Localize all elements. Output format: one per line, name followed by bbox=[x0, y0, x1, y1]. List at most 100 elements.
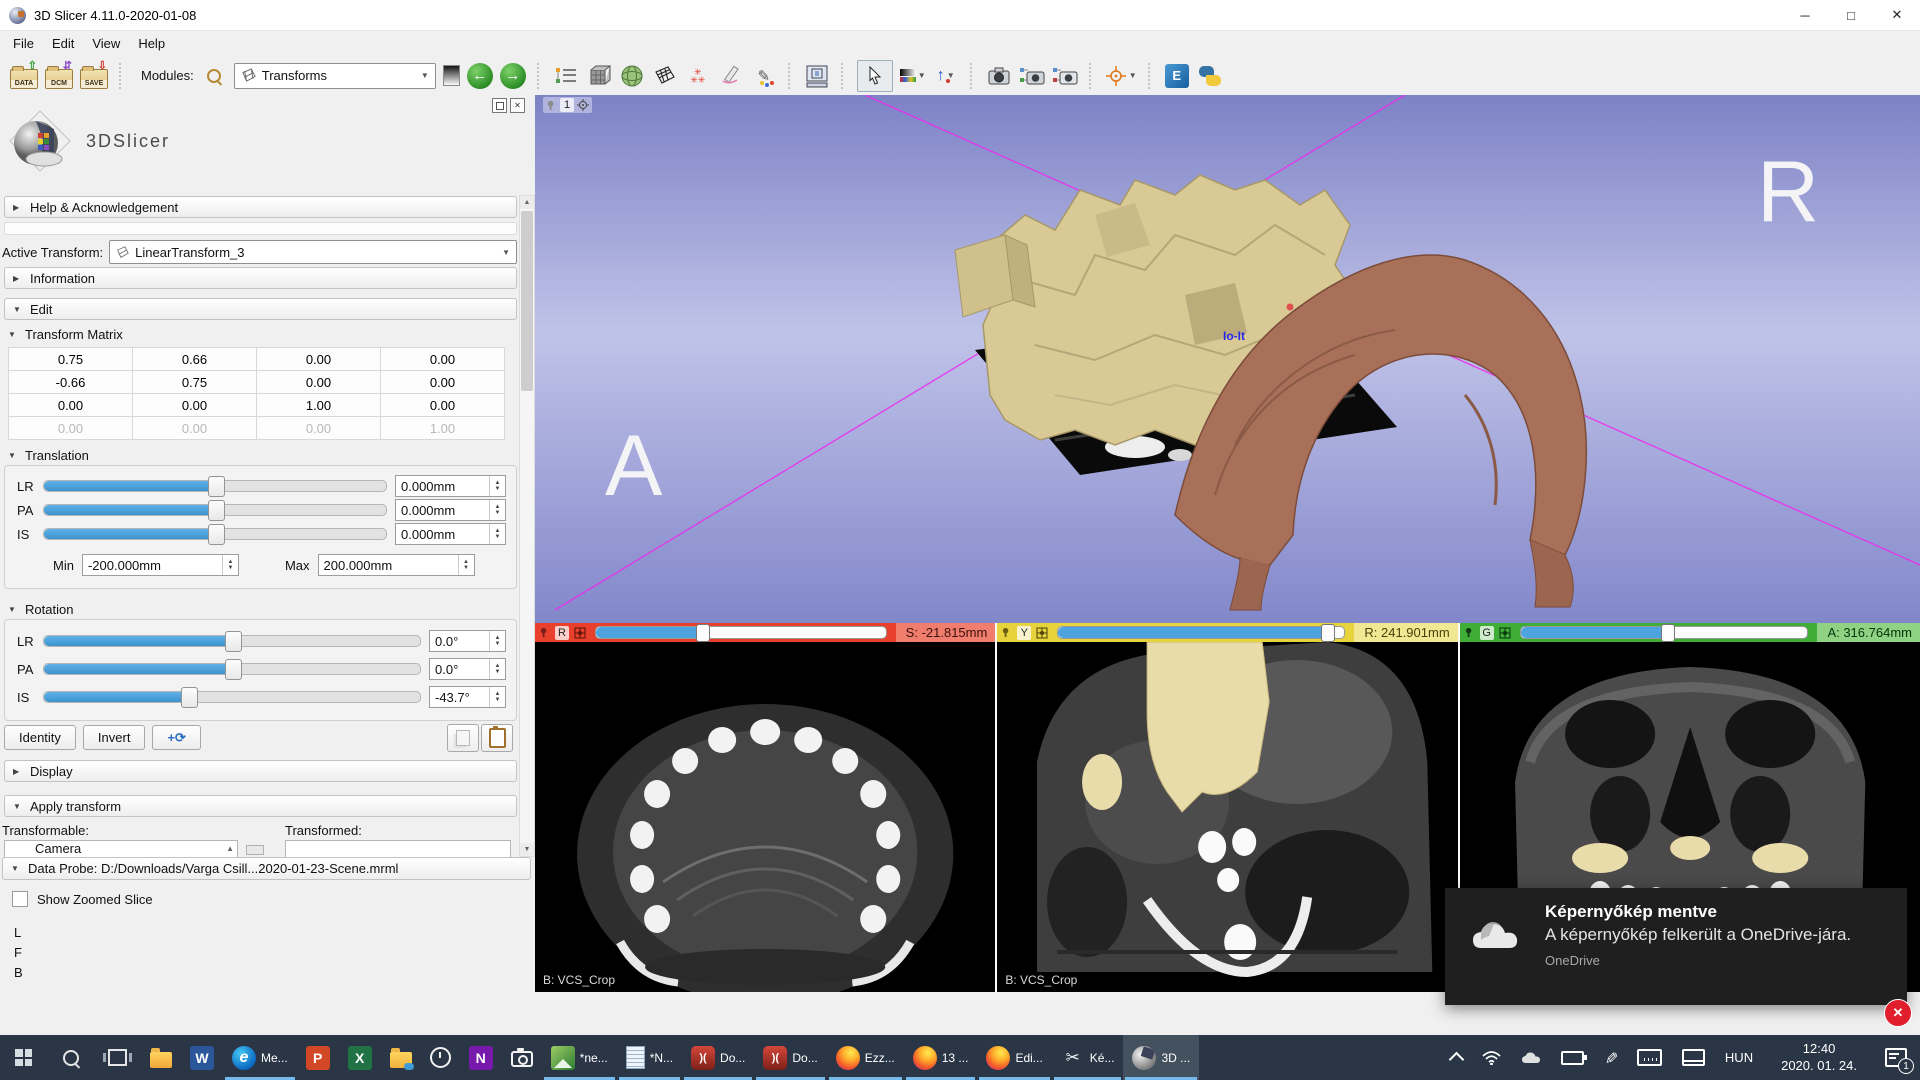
show-module-panel-button[interactable] bbox=[553, 62, 579, 90]
identity-button[interactable]: Identity bbox=[4, 725, 76, 750]
undock-panel-button[interactable] bbox=[492, 98, 507, 113]
yellow-slice-view[interactable]: Y R: 241.901mm bbox=[997, 623, 1457, 992]
rotation-lr-value[interactable]: 0.0°▲▼ bbox=[429, 630, 506, 652]
invert-button[interactable]: Invert bbox=[83, 725, 146, 750]
tray-chevron-button[interactable] bbox=[1442, 1035, 1471, 1080]
load-data-button[interactable]: ⇧ DATA bbox=[10, 62, 38, 90]
view-tab-label[interactable]: 1 bbox=[560, 98, 574, 112]
matrix-cell[interactable]: 0.00 bbox=[257, 371, 381, 394]
module-selector-combobox[interactable]: Transforms ▼ bbox=[234, 63, 436, 89]
slider-handle[interactable] bbox=[1321, 624, 1335, 642]
spinner[interactable]: ▲▼ bbox=[489, 659, 505, 679]
translation-lr-slider[interactable] bbox=[43, 480, 387, 492]
surface-model-button[interactable] bbox=[619, 62, 645, 90]
volume-cube-button[interactable] bbox=[586, 62, 612, 90]
slider-handle[interactable] bbox=[225, 659, 242, 680]
wifi-tray-icon[interactable] bbox=[1473, 1035, 1510, 1080]
rotation-lr-slider[interactable] bbox=[43, 635, 421, 647]
rotation-is-value[interactable]: -43.7°▲▼ bbox=[429, 686, 506, 708]
translation-is-value[interactable]: 0.000mm▲▼ bbox=[395, 523, 506, 545]
close-panel-button[interactable]: ✕ bbox=[510, 98, 525, 113]
matrix-cell[interactable]: 0.00 bbox=[381, 348, 505, 371]
taskbar-app-word[interactable]: W bbox=[181, 1035, 223, 1080]
taskbar-app-explorer[interactable] bbox=[141, 1035, 181, 1080]
green-slice-slider[interactable] bbox=[1520, 626, 1809, 639]
restore-scene-view-button[interactable] bbox=[1052, 62, 1078, 90]
taskbar-search-button[interactable] bbox=[47, 1035, 94, 1080]
spinner[interactable]: ▲▼ bbox=[489, 524, 505, 544]
extensions-manager-button[interactable]: E bbox=[1164, 62, 1190, 90]
taskbar-app-slicer[interactable]: 3D ... bbox=[1123, 1035, 1199, 1080]
menu-edit[interactable]: Edit bbox=[43, 32, 83, 55]
pin-icon[interactable] bbox=[546, 100, 557, 111]
scroll-up-icon[interactable]: ▲ bbox=[520, 196, 534, 209]
maximize-button[interactable]: □ bbox=[1828, 0, 1874, 30]
taskbar-app-firefox[interactable]: 13 ... bbox=[904, 1035, 978, 1080]
slider-handle[interactable] bbox=[225, 631, 242, 652]
rotation-pa-slider[interactable] bbox=[43, 663, 421, 675]
chevron-down-icon[interactable]: ▼ bbox=[918, 71, 926, 80]
section-edit[interactable]: ▼ Edit bbox=[4, 298, 517, 320]
split-transform-button[interactable]: +⟳ bbox=[152, 725, 200, 750]
chevron-down-icon[interactable]: ▼ bbox=[1129, 71, 1137, 80]
panel-scrollbar[interactable]: ▲ ▼ bbox=[519, 195, 535, 857]
scene-view-button[interactable] bbox=[1019, 62, 1045, 90]
taskbar-app-firefox[interactable]: Edi... bbox=[977, 1035, 1051, 1080]
touch-keyboard-button[interactable] bbox=[1628, 1035, 1671, 1080]
matrix-cell[interactable]: 0.00 bbox=[381, 371, 505, 394]
place-fiducial-button[interactable]: ↑ ▼ bbox=[933, 62, 959, 90]
show-zoomed-slice-checkbox[interactable] bbox=[12, 891, 28, 907]
section-rotation[interactable]: ▼ Rotation bbox=[8, 601, 73, 617]
min-value[interactable]: -200.000mm▲▼ bbox=[82, 554, 239, 576]
onedrive-tray-icon[interactable] bbox=[1512, 1035, 1550, 1080]
python-console-button[interactable] bbox=[1197, 62, 1223, 90]
translation-pa-slider[interactable] bbox=[43, 504, 387, 516]
start-button[interactable] bbox=[0, 1035, 47, 1080]
section-transform-matrix[interactable]: ▼ Transform Matrix bbox=[8, 326, 123, 342]
screenshot-button[interactable] bbox=[986, 62, 1012, 90]
translation-is-slider[interactable] bbox=[43, 528, 387, 540]
touchpad-tray-icon[interactable] bbox=[1673, 1035, 1714, 1080]
taskbar-app-firefox[interactable]: Ezz... bbox=[827, 1035, 904, 1080]
slider-handle[interactable] bbox=[208, 476, 225, 497]
paste-transform-button[interactable] bbox=[481, 724, 513, 752]
slider-handle[interactable] bbox=[208, 500, 225, 521]
matrix-cell[interactable]: 0.00 bbox=[9, 394, 133, 417]
move-item-button[interactable] bbox=[246, 845, 264, 855]
taskbar-app-davinci[interactable]: )( Do... bbox=[682, 1035, 754, 1080]
dicom-button[interactable]: ⇵ DCM bbox=[45, 62, 73, 90]
slice-letter[interactable]: G bbox=[1480, 626, 1494, 640]
matrix-cell[interactable]: 0.00 bbox=[381, 394, 505, 417]
language-indicator[interactable]: HUN bbox=[1716, 1035, 1762, 1080]
taskbar-app-davinci[interactable]: )( Do... bbox=[754, 1035, 826, 1080]
minimize-button[interactable]: ─ bbox=[1782, 0, 1828, 30]
module-forward-button[interactable]: → bbox=[500, 63, 526, 89]
clock[interactable]: 12:40 2020. 01. 24. bbox=[1764, 1035, 1874, 1080]
menu-help[interactable]: Help bbox=[129, 32, 174, 55]
menu-file[interactable]: File bbox=[4, 32, 43, 55]
translation-lr-value[interactable]: 0.000mm▲▼ bbox=[395, 475, 506, 497]
spinner[interactable]: ▲▼ bbox=[489, 500, 505, 520]
3d-view[interactable]: 1 A R Io-It bbox=[535, 95, 1920, 623]
spinner[interactable]: ▲▼ bbox=[489, 687, 505, 707]
section-translation[interactable]: ▼ Translation bbox=[8, 447, 89, 463]
onedrive-notification-toast[interactable]: Képernyőkép mentve A képernyőkép felkerü… bbox=[1445, 888, 1907, 1005]
layout-selector-button[interactable] bbox=[804, 62, 830, 90]
section-apply-transform[interactable]: ▼ Apply transform bbox=[4, 795, 517, 817]
slider-handle[interactable] bbox=[208, 524, 225, 545]
markups-button[interactable]: ✳✳✳ bbox=[685, 62, 711, 90]
matrix-cell[interactable]: 0.00 bbox=[133, 394, 257, 417]
active-transform-combobox[interactable]: LinearTransform_3 ▼ bbox=[109, 240, 517, 264]
section-help-acknowledgement[interactable]: ▶ Help & Acknowledgement bbox=[4, 196, 517, 218]
slider-handle[interactable] bbox=[1661, 624, 1675, 642]
spinner[interactable]: ▲▼ bbox=[489, 476, 505, 496]
transforms-module-button[interactable] bbox=[652, 62, 678, 90]
matrix-cell[interactable]: 0.75 bbox=[9, 348, 133, 371]
slider-handle[interactable] bbox=[181, 687, 198, 708]
translation-pa-value[interactable]: 0.000mm▲▼ bbox=[395, 499, 506, 521]
taskbar-app-image-viewer[interactable]: *ne... bbox=[542, 1035, 617, 1080]
menu-view[interactable]: View bbox=[83, 32, 129, 55]
red-slice-slider[interactable] bbox=[595, 626, 887, 639]
scroll-down-icon[interactable]: ▼ bbox=[520, 843, 534, 856]
rotation-pa-value[interactable]: 0.0°▲▼ bbox=[429, 658, 506, 680]
